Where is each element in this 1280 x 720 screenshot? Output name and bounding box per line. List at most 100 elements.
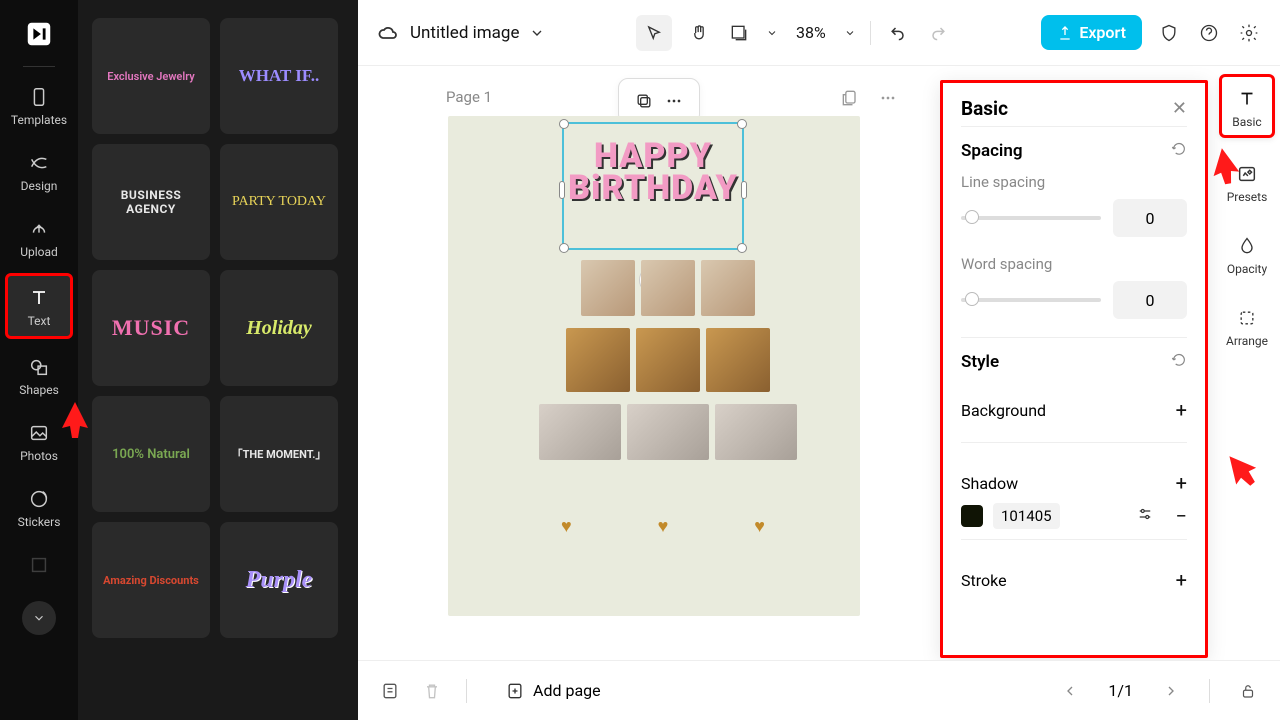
- reset-icon[interactable]: [1171, 141, 1187, 161]
- lock-icon[interactable]: [1236, 679, 1260, 703]
- zoom-level[interactable]: 38%: [796, 23, 826, 42]
- nav-templates[interactable]: Templates: [5, 75, 73, 135]
- divider: [961, 539, 1187, 540]
- preset-item[interactable]: 「THE MOMENT.」: [220, 396, 338, 512]
- delete-icon[interactable]: [420, 679, 444, 703]
- divider: [961, 442, 1187, 443]
- shapes-icon: [27, 355, 51, 379]
- text-selection[interactable]: HAPPYBiRTHDAY: [562, 122, 744, 250]
- close-icon[interactable]: ✕: [1172, 98, 1187, 119]
- hand-tool[interactable]: [686, 20, 712, 46]
- preset-item[interactable]: BUSINESS AGENCY: [92, 144, 210, 260]
- rail-opacity[interactable]: Opacity: [1219, 224, 1275, 282]
- prev-page-button[interactable]: [1058, 679, 1082, 703]
- notes-icon[interactable]: [378, 679, 402, 703]
- nav-text[interactable]: Text: [5, 273, 73, 339]
- text-icon: [27, 286, 51, 310]
- divider: [1209, 679, 1210, 703]
- divider: [466, 679, 467, 703]
- text-icon: [1235, 87, 1259, 111]
- preset-item[interactable]: Amazing Discounts: [92, 522, 210, 638]
- resize-tool[interactable]: [726, 20, 752, 46]
- word-spacing-slider[interactable]: [961, 298, 1101, 302]
- rail-label: Presets: [1227, 190, 1268, 204]
- nav-upload[interactable]: Upload: [5, 207, 73, 267]
- next-page-button[interactable]: [1159, 679, 1183, 703]
- resize-handle[interactable]: [559, 119, 569, 129]
- photo-placeholder[interactable]: [706, 328, 770, 392]
- photo-placeholder[interactable]: [715, 404, 797, 460]
- resize-handle[interactable]: [741, 181, 747, 199]
- add-stroke-button[interactable]: +: [1176, 568, 1187, 592]
- add-shadow-button[interactable]: +: [1176, 471, 1187, 495]
- preset-item[interactable]: PARTY TODAY: [220, 144, 338, 260]
- photo-placeholder[interactable]: [701, 260, 755, 316]
- nav-stickers[interactable]: Stickers: [5, 477, 73, 537]
- settings-icon[interactable]: [1236, 20, 1262, 46]
- shield-icon[interactable]: [1156, 20, 1182, 46]
- rail-arrange[interactable]: Arrange: [1219, 296, 1275, 354]
- word-spacing-label: Word spacing: [961, 255, 1187, 273]
- line-spacing-value[interactable]: 0: [1113, 199, 1187, 237]
- duplicate-button[interactable]: [629, 87, 659, 115]
- preset-item[interactable]: Holiday: [220, 270, 338, 386]
- photo-placeholder[interactable]: [627, 404, 709, 460]
- nav-label: Text: [28, 314, 51, 328]
- nav-label: Shapes: [19, 383, 59, 397]
- photo-placeholder[interactable]: [581, 260, 635, 316]
- resize-handle[interactable]: [737, 119, 747, 129]
- resize-handle[interactable]: [737, 243, 747, 253]
- adjust-icon[interactable]: [1136, 505, 1154, 527]
- stickers-icon: [27, 487, 51, 511]
- preset-item[interactable]: WHAT IF..: [220, 18, 338, 134]
- canvas-page[interactable]: HAPPYBiRTHDAY ♥ ♥ ♥: [448, 116, 860, 616]
- slider-thumb[interactable]: [965, 292, 979, 306]
- preset-item[interactable]: 100% Natural: [92, 396, 210, 512]
- more-button[interactable]: [659, 87, 689, 115]
- preset-item[interactable]: Exclusive Jewelry: [92, 18, 210, 134]
- add-page-button[interactable]: Add page: [505, 681, 601, 701]
- nav-shapes[interactable]: Shapes: [5, 345, 73, 405]
- photo-placeholder[interactable]: [539, 404, 621, 460]
- line-spacing-slider[interactable]: [961, 216, 1101, 220]
- rail-label: Basic: [1232, 115, 1261, 129]
- expand-button[interactable]: [22, 601, 56, 635]
- chevron-down-icon[interactable]: [844, 27, 856, 39]
- shadow-color-swatch[interactable]: [961, 505, 983, 527]
- nav-frames[interactable]: [5, 543, 73, 589]
- page-duplicate-icon[interactable]: [840, 88, 860, 112]
- rail-basic[interactable]: Basic: [1219, 74, 1275, 138]
- redo-button[interactable]: [925, 20, 951, 46]
- shadow-hex[interactable]: 101405: [993, 503, 1060, 529]
- app-logo[interactable]: [21, 16, 57, 52]
- export-button[interactable]: Export: [1041, 15, 1142, 50]
- chevron-down-icon[interactable]: [766, 27, 778, 39]
- resize-handle[interactable]: [559, 243, 569, 253]
- left-sidebar: Templates Design Upload Text Shapes Phot…: [0, 0, 78, 720]
- preset-item[interactable]: Purple: [220, 522, 338, 638]
- word-spacing-value[interactable]: 0: [1113, 281, 1187, 319]
- reset-icon[interactable]: [1171, 352, 1187, 372]
- undo-button[interactable]: [885, 20, 911, 46]
- preset-item[interactable]: MUSIC: [92, 270, 210, 386]
- help-icon[interactable]: [1196, 20, 1222, 46]
- page-more-icon[interactable]: [878, 88, 898, 112]
- slider-thumb[interactable]: [965, 210, 979, 224]
- arrange-icon: [1235, 306, 1259, 330]
- nav-design[interactable]: Design: [5, 141, 73, 201]
- photo-placeholder[interactable]: [641, 260, 695, 316]
- page-indicator: 1/1: [1108, 681, 1133, 700]
- remove-shadow-button[interactable]: −: [1176, 504, 1187, 528]
- add-background-button[interactable]: +: [1176, 398, 1187, 422]
- upload-icon: [27, 217, 51, 241]
- nav-label: Upload: [20, 245, 58, 259]
- photo-placeholder[interactable]: [636, 328, 700, 392]
- frames-icon: [27, 553, 51, 577]
- select-tool[interactable]: [636, 15, 672, 51]
- resize-handle[interactable]: [559, 181, 565, 199]
- title-block[interactable]: Untitled image: [376, 21, 545, 45]
- shadow-label: Shadow: [961, 474, 1018, 493]
- add-page-label: Add page: [533, 681, 601, 700]
- photo-placeholder[interactable]: [566, 328, 630, 392]
- canvas-area: Page 1 HAPPYBiRTHDAY: [358, 66, 928, 660]
